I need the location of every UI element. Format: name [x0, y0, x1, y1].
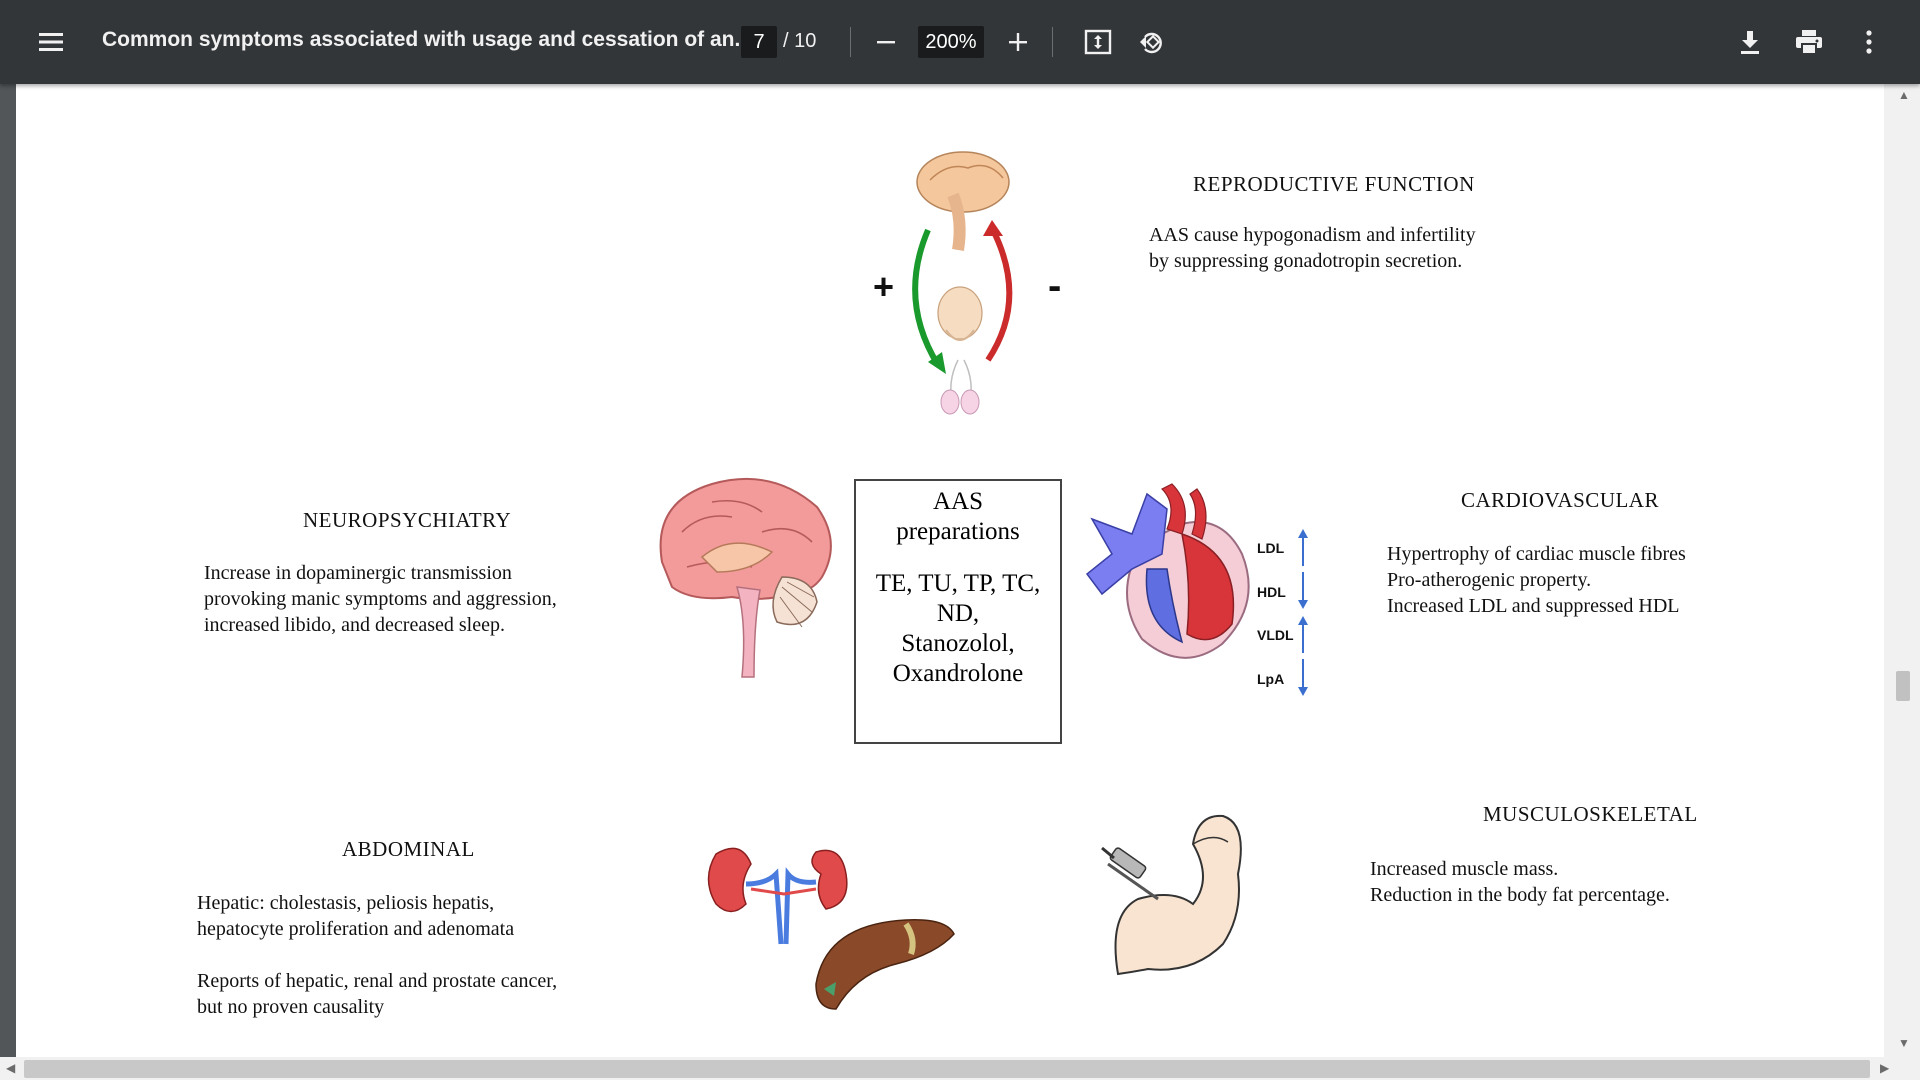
lipid-label-hdl: HDL: [1257, 584, 1286, 600]
preparation-item: ND,: [936, 600, 980, 627]
text-line: Reports of hepatic, renal and prostate c…: [197, 970, 558, 992]
lipid-label-vldl: VLDL: [1257, 627, 1294, 643]
zoom-level-input[interactable]: 200%: [918, 26, 984, 58]
zoom-out-icon[interactable]: [870, 26, 902, 58]
down-arrow-icon: [1298, 572, 1308, 609]
toolbar-divider: [850, 27, 851, 57]
heart-illustration: [1085, 483, 1250, 659]
lipid-label-ldl: LDL: [1257, 540, 1285, 556]
up-arrow-icon: [1298, 529, 1308, 566]
vertical-scroll-thumb[interactable]: [1896, 671, 1910, 701]
abdominal-text-2: Reports of hepatic, renal and prostate c…: [197, 968, 557, 1020]
text-line: Hypertrophy of cardiac muscle fibres: [1387, 543, 1686, 565]
menu-icon[interactable]: [26, 20, 76, 64]
preparation-item: Oxandrolone: [892, 660, 1024, 687]
neuropsychiatry-heading: NEUROPSYCHIATRY: [303, 508, 512, 532]
text-line: Increased muscle mass.: [1370, 858, 1559, 880]
text-line: by suppressing gonadotropin secretion.: [1149, 250, 1463, 272]
plus-sign: +: [873, 266, 895, 307]
toolbar-divider: [1052, 27, 1053, 57]
text-line: Hepatic: cholestasis, peliosis hepatis,: [197, 892, 495, 914]
pdf-toolbar: Common symptoms associated with usage an…: [0, 0, 1920, 84]
page-number-input[interactable]: 7: [741, 26, 777, 58]
arm-syringe-illustration: [1101, 814, 1242, 976]
rotate-icon[interactable]: [1134, 24, 1170, 60]
abdominal-heading: ABDOMINAL: [342, 837, 475, 861]
fit-page-icon[interactable]: [1080, 24, 1116, 60]
pdf-page: + - REPRODUCTIVE FUNCTION AAS cause hypo…: [16, 84, 1884, 1057]
zoom-in-icon[interactable]: [1002, 26, 1034, 58]
up-arrow-icon: [1298, 616, 1308, 653]
page-total: / 10: [783, 30, 817, 52]
brain-illustration: [659, 477, 832, 678]
cardiovascular-text: Hypertrophy of cardiac muscle fibres Pro…: [1387, 541, 1686, 619]
kidney-liver-illustration: [707, 847, 955, 1010]
preparation-item: TE, TU, TP, TC,: [875, 570, 1041, 597]
scroll-right-arrow-icon[interactable]: ▶: [1880, 1061, 1889, 1075]
text-line: hepatocyte proliferation and adenomata: [197, 918, 515, 940]
aas-preparations-box: AAS preparations TE, TU, TP, TC, ND, Sta…: [854, 479, 1062, 744]
preparation-item: Stanozolol,: [901, 630, 1015, 657]
neuropsychiatry-text: Increase in dopaminergic transmission pr…: [204, 560, 557, 638]
reproductive-text: AAS cause hypogonadism and infertility b…: [1149, 222, 1476, 274]
musculoskeletal-heading: MUSCULOSKELETAL: [1483, 802, 1698, 826]
reproductive-heading: REPRODUCTIVE FUNCTION: [1193, 172, 1475, 196]
scroll-up-arrow-icon[interactable]: ▲: [1898, 88, 1910, 102]
lipid-label-lpa: LpA: [1257, 671, 1285, 687]
text-line: provoking manic symptoms and aggression,: [204, 588, 557, 610]
text-line: Pro-atherogenic property.: [1387, 569, 1592, 591]
print-icon[interactable]: [1791, 24, 1827, 60]
abdominal-text: Hepatic: cholestasis, peliosis hepatis, …: [197, 890, 514, 942]
text-line: Reduction in the body fat percentage.: [1370, 884, 1670, 906]
text-line: Increase in dopaminergic transmission: [204, 562, 512, 584]
text-line: but no proven causality: [197, 996, 385, 1018]
vertical-scrollbar[interactable]: [1884, 84, 1920, 1057]
box-title-line: AAS: [932, 488, 983, 515]
more-options-icon[interactable]: [1851, 24, 1887, 60]
down-arrow-icon: [1298, 659, 1308, 696]
text-line: increased libido, and decreased sleep.: [204, 614, 505, 636]
download-icon[interactable]: [1732, 24, 1768, 60]
scroll-down-arrow-icon[interactable]: ▼: [1898, 1036, 1910, 1050]
document-title: Common symptoms associated with usage an…: [102, 28, 752, 51]
scroll-left-arrow-icon[interactable]: ◀: [6, 1061, 15, 1075]
horizontal-scroll-thumb[interactable]: [24, 1060, 1870, 1078]
box-title-line: preparations: [896, 518, 1020, 545]
text-line: Increased LDL and suppressed HDL: [1387, 595, 1680, 617]
cardiovascular-heading: CARDIOVASCULAR: [1461, 488, 1659, 512]
musculoskeletal-text: Increased muscle mass. Reduction in the …: [1370, 856, 1670, 908]
minus-sign: -: [1048, 264, 1062, 308]
text-line: AAS cause hypogonadism and infertility: [1149, 224, 1476, 246]
